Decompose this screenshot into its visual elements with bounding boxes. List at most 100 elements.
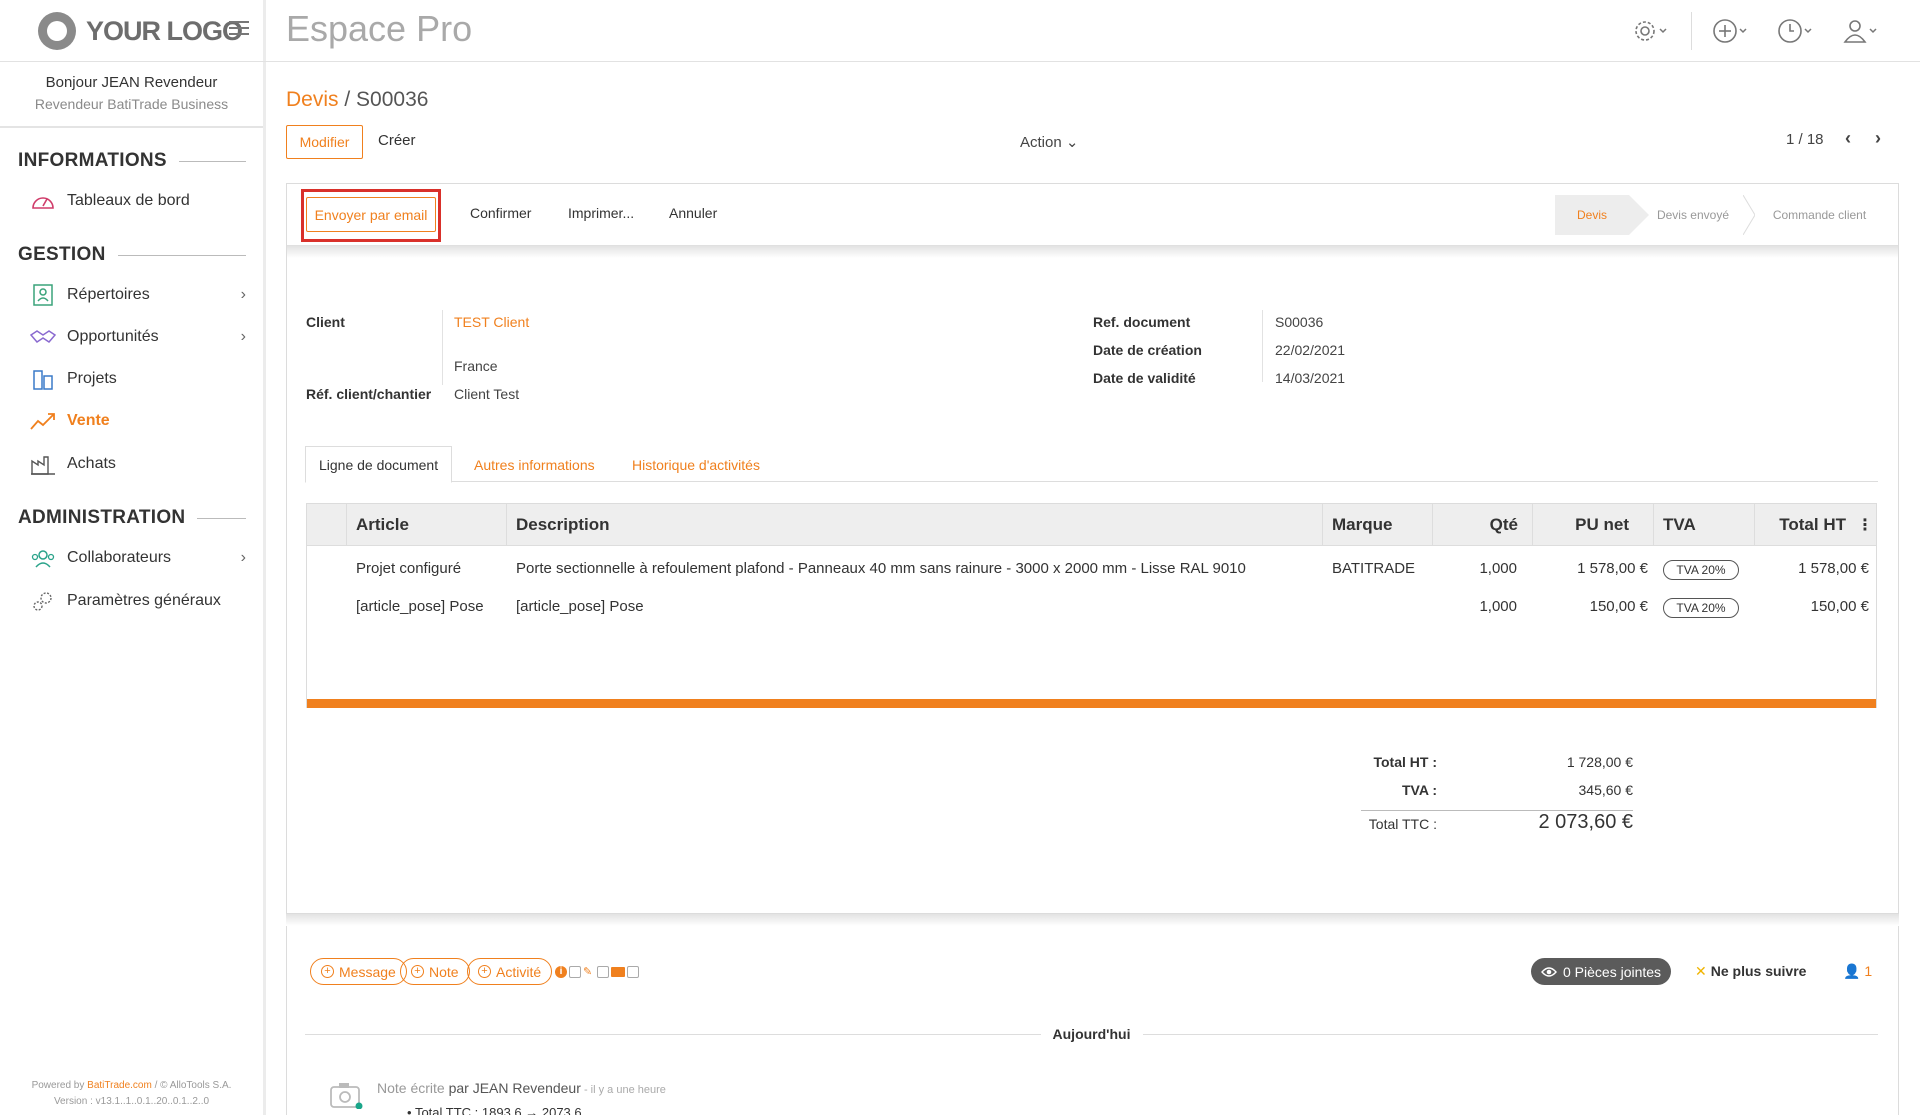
action-dropdown[interactable]: Action ⌄ (1020, 133, 1078, 151)
client-link[interactable]: TEST Client (454, 314, 529, 330)
total-ht-label: Total HT : (1373, 754, 1437, 770)
stage-commande-client[interactable]: Commande client (1757, 195, 1882, 235)
contacts-book-icon (30, 283, 56, 307)
info-icon[interactable]: i (555, 966, 567, 978)
tax-badge: TVA 20% (1663, 560, 1739, 580)
settings-gear-icon[interactable] (1632, 14, 1672, 48)
section-administration: ADMINISTRATION (18, 507, 246, 529)
sidebar-item-projets[interactable]: Projets (30, 364, 246, 394)
col-marque[interactable]: Marque (1322, 504, 1432, 546)
eye-icon (1541, 966, 1557, 978)
column-options-icon[interactable]: ⋮ (1857, 515, 1873, 535)
factory-icon (30, 452, 56, 476)
app-title: Espace Pro (286, 8, 473, 49)
previous-record-icon[interactable]: ‹ (1845, 128, 1851, 149)
add-circle-icon[interactable] (1712, 14, 1752, 48)
edit-button[interactable]: Modifier (286, 125, 363, 159)
pager-counter: 1 / 18 (1786, 131, 1824, 148)
stage-devis[interactable]: Devis (1555, 195, 1649, 235)
edit-icon[interactable]: ✎ (583, 966, 595, 978)
tva-value: 345,60 € (1578, 782, 1634, 798)
sidebar-item-tableaux-de-bord[interactable]: Tableaux de bord (30, 186, 246, 216)
plus-icon: + (411, 965, 424, 978)
col-description[interactable]: Description (506, 504, 1322, 546)
sidebar-item-achats[interactable]: Achats (30, 449, 246, 479)
user-account-icon[interactable] (1842, 14, 1882, 48)
form-tabs: Ligne de document Autres informations Hi… (305, 446, 1878, 483)
breadcrumb-current: S00036 (356, 88, 429, 111)
stage-separator-icon (1742, 194, 1756, 236)
date-separator: Aujourd'hui (305, 1026, 1879, 1042)
total-ttc-label: Total TTC : (1368, 816, 1437, 832)
breadcrumb-link-devis[interactable]: Devis (286, 88, 339, 111)
tracking-value: • Total TTC : 1893.6 → 2073.6 (407, 1105, 582, 1115)
breadcrumb: Devis / S00036 (286, 88, 429, 111)
tab-historique-activites[interactable]: Historique d'activités (619, 446, 773, 483)
print-button[interactable]: Imprimer... (568, 205, 634, 221)
chatter: + Message + Note + Activité i ✎ 0 Pièces jo… (286, 926, 1899, 1115)
sidebar-item-parametres[interactable]: Paramètres généraux (30, 586, 246, 616)
sidebar-item-vente[interactable]: Vente (30, 406, 246, 436)
building-icon (30, 367, 56, 391)
attachments-button[interactable]: 0 Pièces jointes (1531, 958, 1672, 985)
log-note-button[interactable]: + Note (400, 958, 470, 985)
sidebar: YOUR LOGO Bonjour JEAN Revendeur Revende… (0, 0, 266, 1115)
schedule-activity-button[interactable]: + Activité (467, 958, 553, 985)
unfollow-button[interactable]: ✕ Ne plus suivre (1695, 963, 1806, 980)
ref-document-label: Ref. document (1093, 314, 1191, 330)
tab-ligne-de-document[interactable]: Ligne de document (305, 446, 453, 483)
client-label: Client (306, 314, 345, 330)
powered-by: Powered by BatiTrade.com / © AlloTools S… (0, 1078, 263, 1110)
checkbox-icon[interactable] (627, 966, 639, 978)
client-country: France (454, 358, 498, 374)
date-creation-label: Date de création (1093, 342, 1202, 358)
checkbox-icon[interactable] (597, 966, 609, 978)
sidebar-item-collaborateurs[interactable]: Collaborateurs › (30, 543, 246, 573)
table-header-handle (307, 504, 346, 546)
followers-button[interactable]: 👤 1 (1843, 963, 1872, 980)
table-footer-bar (307, 699, 1876, 708)
note-header: Note écrite par JEAN Revendeur - il y a … (377, 1080, 666, 1096)
powered-brand-link[interactable]: BatiTrade.com (87, 1080, 152, 1091)
col-tva[interactable]: TVA (1653, 504, 1754, 546)
chevron-right-icon: › (240, 286, 246, 303)
dashboard-gauge-icon (30, 189, 56, 213)
send-by-email-button[interactable]: Envoyer par email (306, 197, 436, 232)
close-icon: ✕ (1695, 963, 1707, 979)
next-record-icon[interactable]: › (1875, 128, 1881, 149)
logo[interactable]: YOUR LOGO (38, 10, 243, 52)
section-gestion: GESTION (18, 244, 246, 266)
camera-avatar-icon (329, 1081, 363, 1110)
chevron-right-icon: › (240, 328, 246, 345)
chevron-down-icon: ⌄ (1065, 134, 1079, 151)
clock-icon[interactable] (1777, 14, 1817, 48)
stage-devis-envoye[interactable]: Devis envoyé (1643, 195, 1743, 235)
section-informations: INFORMATIONS (18, 150, 246, 172)
date-validite-label: Date de validité (1093, 370, 1196, 386)
logo-text: YOUR LOGO (86, 15, 243, 46)
sales-trend-icon (30, 409, 56, 433)
top-bar: Espace Pro (266, 0, 1920, 62)
hamburger-menu-icon[interactable] (229, 21, 249, 37)
tva-label: TVA : (1402, 782, 1437, 798)
send-message-button[interactable]: + Message (310, 958, 407, 985)
col-qte[interactable]: Qté (1432, 504, 1532, 546)
date-creation-value: 22/02/2021 (1275, 342, 1346, 358)
col-pu-net[interactable]: PU net (1532, 504, 1653, 546)
checkbox-icon[interactable] (569, 966, 581, 978)
sidebar-item-repertoires[interactable]: Répertoires › (30, 280, 246, 310)
handshake-icon (30, 325, 56, 349)
user-role: Revendeur BatiTrade Business (34, 96, 229, 112)
sidebar-item-opportunites[interactable]: Opportunités › (30, 322, 246, 352)
logo-mark-icon (38, 12, 76, 50)
email-icon[interactable] (611, 967, 625, 977)
tab-autres-informations[interactable]: Autres informations (461, 446, 608, 483)
ref-client-value: Client Test (454, 386, 520, 402)
confirm-button[interactable]: Confirmer (470, 205, 531, 221)
col-article[interactable]: Article (346, 504, 506, 546)
create-button[interactable]: Créer (378, 132, 416, 149)
status-bar: Envoyer par email Confirmer Imprimer... … (287, 184, 1898, 246)
cancel-button[interactable]: Annuler (669, 205, 717, 221)
table-header: Article Description Marque Qté PU net TV… (307, 504, 1876, 546)
total-ttc-value: 2 073,60 € (1538, 811, 1633, 833)
